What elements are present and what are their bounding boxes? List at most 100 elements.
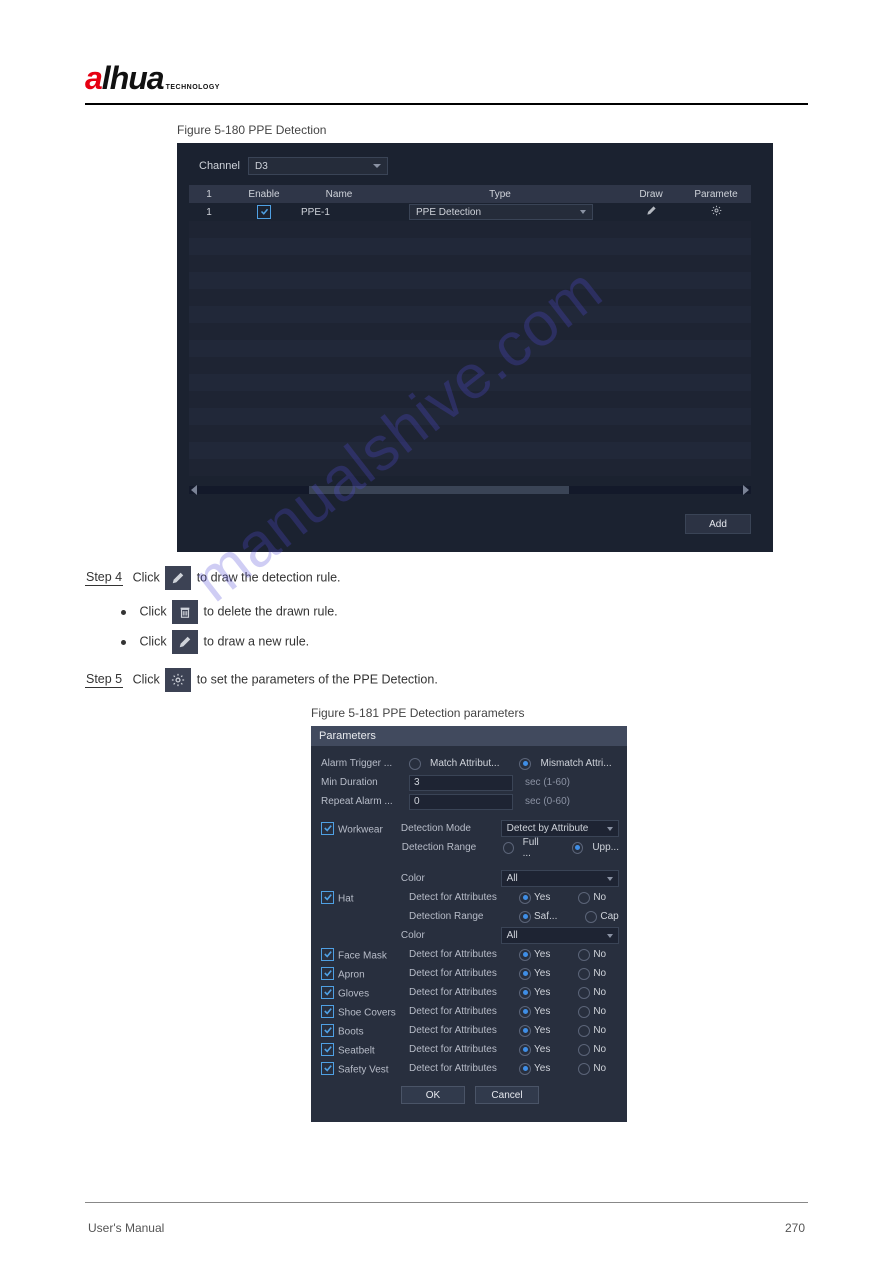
- min-duration-input[interactable]: 3: [409, 775, 513, 791]
- step-5: Step 5 Click to set the parameters of th…: [85, 668, 808, 692]
- shoe-yes-radio[interactable]: [519, 1006, 531, 1018]
- gloves-no-radio[interactable]: [578, 987, 590, 999]
- shoe-label: Shoe Covers: [338, 1007, 396, 1018]
- vest-checkbox[interactable]: [321, 1062, 334, 1075]
- bullet-2: Click to draw a new rule.: [121, 630, 808, 654]
- table-row[interactable]: 1 PPE-1 PPE Detection: [189, 203, 751, 221]
- check-icon: [260, 207, 269, 216]
- col-param: Paramete: [681, 189, 751, 200]
- seatbelt-checkbox[interactable]: [321, 1043, 334, 1056]
- step-4-text-a: Click: [133, 570, 160, 584]
- chevron-down-icon: [607, 877, 613, 881]
- gear-icon[interactable]: [711, 208, 722, 219]
- seatbelt-label: Seatbelt: [338, 1045, 375, 1056]
- boots-dfa-label: Detect for Attributes: [409, 1025, 513, 1036]
- gloves-yes-radio[interactable]: [519, 987, 531, 999]
- full-radio[interactable]: [503, 842, 514, 854]
- page-number: 270: [785, 1221, 805, 1235]
- vest-label: Safety Vest: [338, 1064, 389, 1075]
- col-type: Type: [379, 189, 621, 200]
- hat-yes-label: Yes: [534, 892, 550, 903]
- shoe-checkbox[interactable]: [321, 1005, 334, 1018]
- bullet-1-b: to delete the drawn rule.: [204, 604, 338, 618]
- upper-radio[interactable]: [572, 842, 583, 854]
- chevron-down-icon: [607, 827, 613, 831]
- seatbelt-yes-radio[interactable]: [519, 1044, 531, 1056]
- match-radio[interactable]: [409, 758, 421, 770]
- scroll-left-arrow-icon[interactable]: [191, 485, 197, 495]
- boots-yes-radio[interactable]: [519, 1025, 531, 1037]
- scroll-thumb[interactable]: [309, 486, 569, 494]
- hat-color-select[interactable]: All: [501, 927, 619, 944]
- boots-checkbox[interactable]: [321, 1024, 334, 1037]
- facemask-no-radio[interactable]: [578, 949, 590, 961]
- facemask-dfa-label: Detect for Attributes: [409, 949, 513, 960]
- col-name: Name: [299, 189, 379, 200]
- bullet-1: Click to delete the drawn rule.: [121, 600, 808, 624]
- enable-checkbox[interactable]: [257, 205, 271, 219]
- repeat-alarm-input[interactable]: 0: [409, 794, 513, 810]
- apron-yes-radio[interactable]: [519, 968, 531, 980]
- gloves-label: Gloves: [338, 988, 369, 999]
- apron-label: Apron: [338, 969, 365, 980]
- step-4-text-b: to draw the detection rule.: [197, 570, 341, 584]
- dialog-title: Parameters: [311, 726, 627, 746]
- ppe-detection-panel: Channel D3 1 Enable Name Type Draw Param…: [177, 143, 773, 552]
- cap-label: Cap: [600, 911, 618, 922]
- cancel-button[interactable]: Cancel: [475, 1086, 539, 1104]
- mismatch-label: Mismatch Attri...: [540, 758, 611, 769]
- workwear-color-select[interactable]: All: [501, 870, 619, 887]
- workwear-color-label: Color: [401, 873, 495, 884]
- apron-no-radio[interactable]: [578, 968, 590, 980]
- cap-radio[interactable]: [585, 911, 597, 923]
- hat-dfa-label: Detect for Attributes: [409, 892, 513, 903]
- vest-dfa-label: Detect for Attributes: [409, 1063, 513, 1074]
- workwear-checkbox[interactable]: [321, 822, 334, 835]
- channel-label: Channel: [199, 160, 240, 172]
- mismatch-radio[interactable]: [519, 758, 531, 770]
- table-header: 1 Enable Name Type Draw Paramete: [189, 185, 751, 203]
- add-button[interactable]: Add: [685, 514, 751, 534]
- workwear-color-value: All: [507, 873, 518, 884]
- logo-rest: lhua: [102, 60, 164, 97]
- min-duration-hint: sec (1-60): [525, 777, 570, 788]
- apron-dfa-label: Detect for Attributes: [409, 968, 513, 979]
- top-divider: [85, 103, 808, 105]
- hat-yes-radio[interactable]: [519, 892, 531, 904]
- detection-mode-select[interactable]: Detect by Attribute: [501, 820, 619, 837]
- brand-logo: alhua TECHNOLOGY: [85, 60, 808, 97]
- ok-button[interactable]: OK: [401, 1086, 465, 1104]
- boots-no-radio[interactable]: [578, 1025, 590, 1037]
- gloves-checkbox[interactable]: [321, 986, 334, 999]
- shoe-no-radio[interactable]: [578, 1006, 590, 1018]
- safety-radio[interactable]: [519, 911, 531, 923]
- pencil-icon[interactable]: [646, 208, 657, 219]
- channel-select[interactable]: D3: [248, 157, 388, 175]
- col-enable: Enable: [229, 189, 299, 200]
- hat-checkbox[interactable]: [321, 891, 334, 904]
- upper-label: Upp...: [592, 842, 619, 853]
- trash-icon: [172, 600, 198, 624]
- apron-checkbox[interactable]: [321, 967, 334, 980]
- scroll-right-arrow-icon[interactable]: [743, 485, 749, 495]
- horizontal-scrollbar[interactable]: [189, 486, 751, 494]
- pencil-icon: [165, 566, 191, 590]
- hat-no-label: No: [593, 892, 606, 903]
- type-select[interactable]: PPE Detection: [409, 204, 593, 220]
- detection-mode-label: Detection Mode: [401, 823, 495, 834]
- gear-icon: [165, 668, 191, 692]
- channel-value: D3: [255, 161, 268, 172]
- hat-no-radio[interactable]: [578, 892, 590, 904]
- facemask-checkbox[interactable]: [321, 948, 334, 961]
- shoe-dfa-label: Detect for Attributes: [409, 1006, 513, 1017]
- seatbelt-no-radio[interactable]: [578, 1044, 590, 1056]
- vest-yes-radio[interactable]: [519, 1063, 531, 1075]
- facemask-yes-radio[interactable]: [519, 949, 531, 961]
- step-5-text-b: to set the parameters of the PPE Detecti…: [197, 672, 438, 686]
- row-name: PPE-1: [299, 207, 381, 218]
- footer-left: User's Manual: [88, 1221, 164, 1235]
- type-value: PPE Detection: [416, 207, 481, 218]
- repeat-alarm-label: Repeat Alarm ...: [321, 796, 403, 807]
- chevron-down-icon: [580, 210, 586, 214]
- vest-no-radio[interactable]: [578, 1063, 590, 1075]
